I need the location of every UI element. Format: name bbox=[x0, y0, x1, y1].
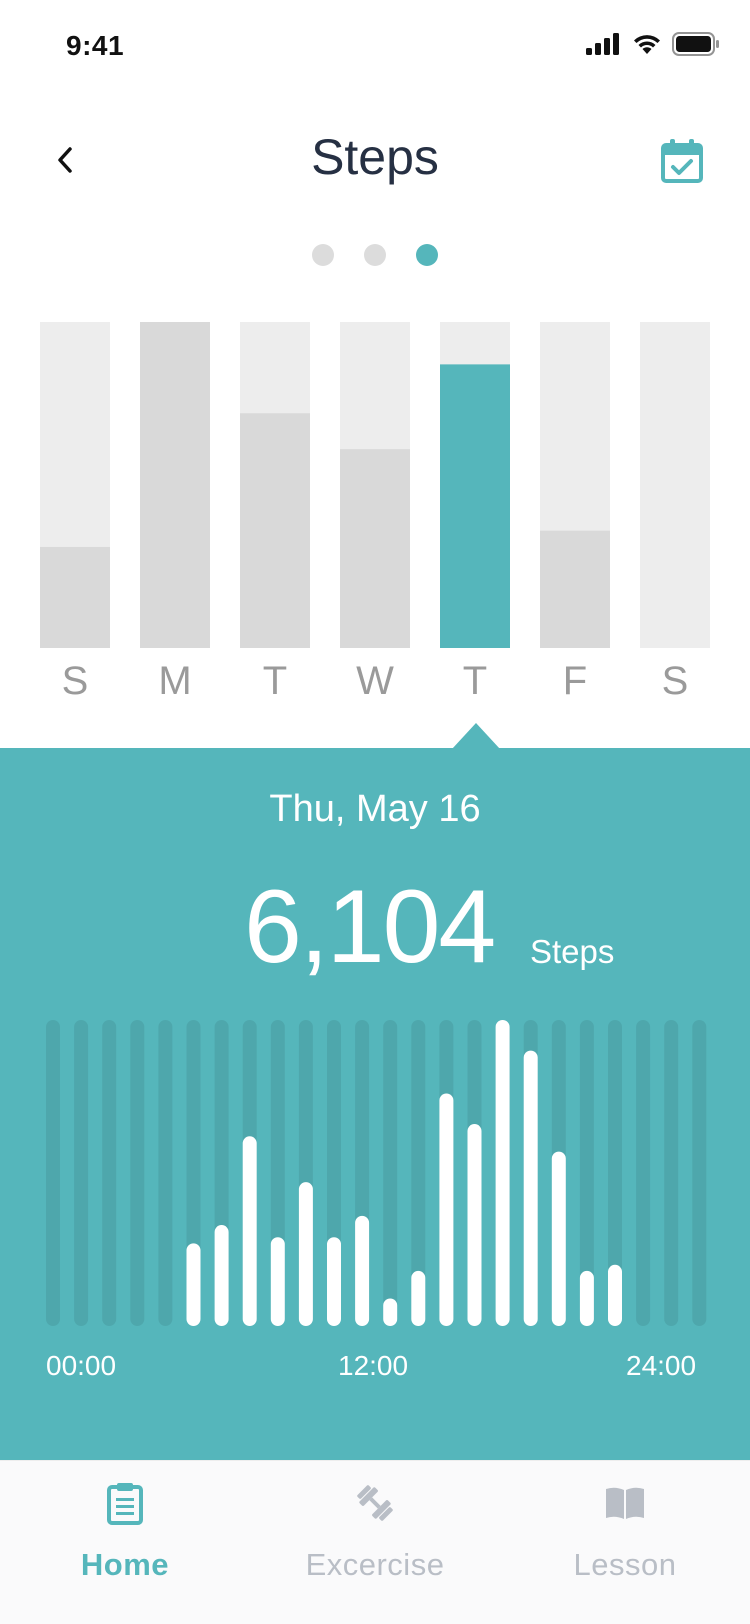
hour-bar-track bbox=[46, 1020, 60, 1326]
hourly-steps-chart bbox=[0, 1020, 750, 1350]
hour-bar-track bbox=[383, 1020, 398, 1326]
hour-bar bbox=[495, 1020, 510, 1326]
wifi-icon bbox=[634, 35, 660, 54]
status-bar: 9:41 bbox=[0, 0, 750, 96]
week-bar[interactable] bbox=[540, 530, 610, 648]
x-tick-label-start: 00:00 bbox=[46, 1350, 117, 1381]
dumbbell-icon bbox=[357, 1485, 393, 1521]
status-time: 9:41 bbox=[66, 30, 125, 61]
hour-bar bbox=[411, 1270, 426, 1326]
tab-label: Excercise bbox=[305, 1547, 445, 1582]
hour-bar-track bbox=[102, 1020, 117, 1326]
day-label: S bbox=[662, 659, 689, 703]
hour-bar-track bbox=[692, 1020, 707, 1326]
clipboard-icon bbox=[107, 1483, 143, 1525]
day-label: S bbox=[62, 659, 89, 703]
battery-icon bbox=[672, 32, 719, 56]
hour-bar bbox=[327, 1237, 341, 1326]
week-bar[interactable] bbox=[240, 413, 310, 648]
week-bar[interactable] bbox=[140, 322, 210, 648]
tab-home[interactable]: Home bbox=[0, 1461, 250, 1624]
tab-lesson[interactable]: Lesson bbox=[500, 1461, 750, 1624]
hour-bar bbox=[383, 1298, 398, 1326]
hour-bar bbox=[355, 1215, 370, 1326]
step-unit: Steps bbox=[530, 933, 615, 970]
calendar-button[interactable] bbox=[660, 138, 704, 184]
day-label: T bbox=[463, 659, 487, 703]
signal-icon bbox=[586, 33, 619, 55]
detail-date: Thu, May 16 bbox=[269, 788, 481, 830]
page-dot[interactable] bbox=[416, 244, 438, 266]
hour-bar bbox=[186, 1243, 201, 1326]
hour-bar bbox=[214, 1225, 229, 1326]
tab-exercise[interactable]: Excercise bbox=[250, 1461, 500, 1624]
weekly-steps-chart: SMTWTFS bbox=[0, 322, 750, 726]
hour-bar bbox=[242, 1136, 257, 1326]
week-bar-track[interactable] bbox=[640, 322, 710, 648]
week-bar[interactable] bbox=[340, 449, 410, 648]
x-tick-label-mid: 12:00 bbox=[338, 1350, 409, 1381]
day-label: F bbox=[563, 659, 587, 703]
hour-bar-track bbox=[636, 1020, 651, 1326]
day-label: M bbox=[158, 659, 191, 703]
day-detail-panel: Thu, May 16 6,104 Steps 00:00 12:00 24:0… bbox=[0, 748, 750, 1460]
hour-bar-track bbox=[130, 1020, 145, 1326]
page-indicator bbox=[0, 244, 750, 266]
calendar-check-icon bbox=[661, 139, 703, 183]
hour-bar bbox=[608, 1264, 622, 1326]
tab-label: Lesson bbox=[573, 1547, 677, 1582]
hour-bar bbox=[298, 1182, 313, 1326]
step-count: 6,104 bbox=[244, 869, 496, 985]
hour-bar bbox=[579, 1270, 594, 1326]
hour-bar bbox=[270, 1237, 285, 1326]
status-icons bbox=[586, 32, 720, 56]
hour-bar bbox=[551, 1151, 566, 1326]
steps-screen: 9:41 Steps S M T W T F S Thu, May 16 6,1… bbox=[0, 0, 750, 1624]
week-bar[interactable] bbox=[440, 364, 510, 648]
page-title: Steps bbox=[311, 129, 439, 185]
book-icon bbox=[606, 1487, 644, 1519]
page-dot[interactable] bbox=[364, 244, 386, 266]
hour-bar-track bbox=[664, 1020, 679, 1326]
hour-bar bbox=[523, 1050, 538, 1326]
hour-bar bbox=[467, 1124, 482, 1326]
page-dot[interactable] bbox=[312, 244, 334, 266]
day-label: W bbox=[356, 659, 394, 703]
x-tick-label-end: 24:00 bbox=[626, 1350, 697, 1381]
week-bar[interactable] bbox=[40, 546, 110, 648]
hour-bar bbox=[439, 1093, 454, 1326]
tab-label: Home bbox=[80, 1547, 170, 1582]
day-label: T bbox=[263, 659, 287, 703]
tab-bar: Home Excercise Lesson bbox=[0, 1460, 750, 1624]
hour-bar-track bbox=[158, 1020, 173, 1326]
selected-day-pointer bbox=[452, 723, 500, 749]
hour-bar-track bbox=[74, 1020, 89, 1326]
